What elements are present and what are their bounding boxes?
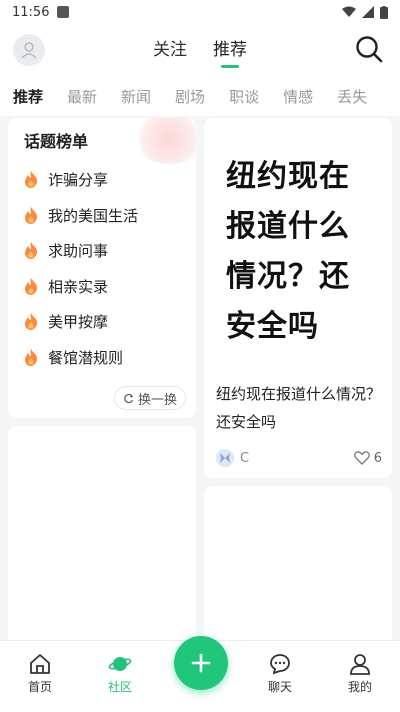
flame-icon (25, 171, 38, 189)
home-icon (30, 654, 50, 674)
top-nav: 关注 推荐 (0, 24, 400, 76)
topic-label: 我的美国生活 (48, 206, 139, 225)
nav-chat[interactable]: 聊天 (250, 653, 310, 695)
topic-list: 诈骗分享 我的美国生活 求助问事 相亲实录 美甲按摩 餐馆潜规则 (24, 162, 138, 375)
refresh-button[interactable]: 换一换 (113, 386, 186, 410)
feed-card[interactable] (8, 426, 196, 646)
topic-label: 诈骗分享 (48, 171, 109, 190)
like-button[interactable]: 6 (353, 450, 382, 466)
nav-chat-label: 聊天 (267, 680, 292, 694)
post-card[interactable]: 纽约现在报道什么情况？还安全吗 纽约现在报道什么情况？还安全吗 C 6 (204, 118, 392, 478)
flame-icon (25, 313, 38, 331)
create-post-button[interactable] (174, 636, 228, 690)
nav-community-label: 社区 (107, 680, 132, 694)
topic-item[interactable]: 诈骗分享 (24, 162, 138, 198)
tab-recommend[interactable]: 推荐 (213, 35, 247, 68)
user-icon (350, 654, 370, 675)
category-news[interactable]: 新闻 (121, 86, 151, 107)
plus-icon (191, 653, 211, 673)
flame-icon (25, 348, 38, 366)
signal-icon (362, 6, 374, 18)
chat-icon (270, 654, 290, 675)
post-caption: 纽约现在报道什么情况？还安全吗 (216, 385, 382, 431)
notification-icon (57, 6, 70, 18)
topic-ranking-card: 话题榜单 诈骗分享 我的美国生活 求助问事 相亲实录 美甲按摩 餐馆潜规则 换一… (8, 118, 196, 418)
topic-item[interactable]: 我的美国生活 (24, 198, 138, 234)
refresh-label: 换一换 (137, 392, 177, 408)
topic-label: 求助问事 (48, 242, 109, 261)
nav-profile[interactable]: 我的 (330, 653, 390, 695)
topic-decoration (134, 118, 196, 164)
tab-follow[interactable]: 关注 (153, 35, 187, 66)
topic-label: 相亲实录 (48, 277, 109, 296)
search-icon[interactable] (354, 34, 384, 64)
topic-item[interactable]: 相亲实录 (24, 269, 138, 305)
author-name[interactable]: C (240, 451, 249, 466)
butterfly-icon (220, 453, 230, 463)
author-avatar[interactable] (216, 449, 234, 467)
flame-icon (25, 242, 38, 260)
category-recommend[interactable]: 推荐 (13, 86, 43, 107)
feed-card[interactable] (204, 486, 392, 646)
avatar[interactable] (13, 34, 45, 66)
status-bar: 11:56 (0, 0, 400, 24)
category-lost[interactable]: 丢失 (337, 86, 367, 107)
nav-home[interactable]: 首页 (10, 653, 70, 695)
topic-item[interactable]: 餐馆潜规则 (24, 340, 138, 376)
wifi-icon (342, 6, 356, 17)
post-image: 纽约现在报道什么情况？还安全吗 (204, 118, 392, 368)
category-theater[interactable]: 剧场 (175, 86, 205, 107)
battery-icon (380, 5, 388, 19)
topic-label: 美甲按摩 (48, 313, 109, 332)
heart-icon (353, 451, 370, 465)
user-avatar-icon (21, 42, 37, 59)
topic-label: 餐馆潜规则 (48, 348, 124, 367)
status-icons (342, 5, 388, 19)
refresh-icon (124, 393, 134, 403)
flame-icon (25, 206, 38, 224)
category-bar: 推荐 最新 新闻 剧场 职谈 情感 丢失 (0, 76, 400, 116)
status-time: 11:56 (12, 4, 50, 20)
top-tabs: 关注 推荐 (153, 35, 247, 68)
topic-item[interactable]: 求助问事 (24, 233, 138, 269)
nav-profile-label: 我的 (347, 680, 372, 694)
flame-icon (25, 277, 38, 295)
nav-home-label: 首页 (27, 680, 52, 694)
topic-title: 话题榜单 (24, 132, 89, 151)
category-latest[interactable]: 最新 (67, 86, 97, 107)
category-emotion[interactable]: 情感 (283, 86, 313, 107)
topic-item[interactable]: 美甲按摩 (24, 304, 138, 340)
nav-community[interactable]: 社区 (90, 653, 150, 695)
post-image-text: 纽约现在报道什么情况？还安全吗 (226, 159, 350, 344)
category-career[interactable]: 职谈 (229, 86, 259, 107)
planet-icon (108, 657, 132, 671)
post-meta: C 6 (216, 448, 382, 468)
like-count: 6 (373, 450, 382, 466)
